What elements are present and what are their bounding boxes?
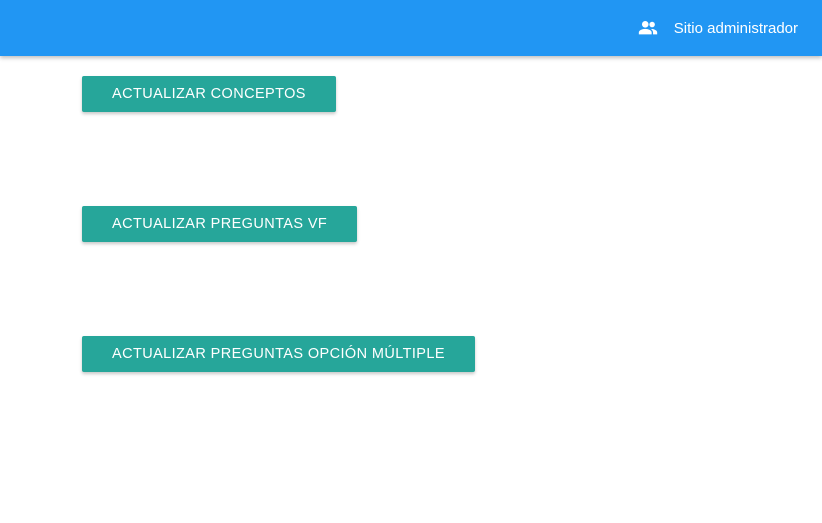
update-true-false-questions-button[interactable]: ACTUALIZAR PREGUNTAS VF: [82, 206, 358, 242]
people-icon: [637, 17, 659, 39]
update-multiple-choice-questions-button[interactable]: ACTUALIZAR PREGUNTAS OPCIÓN MÚLTIPLE: [82, 336, 475, 372]
update-concepts-button[interactable]: ACTUALIZAR CONCEPTOS: [82, 76, 336, 112]
admin-site-link[interactable]: Sitio administrador: [637, 17, 798, 39]
main-content: ACTUALIZAR CONCEPTOS ACTUALIZAR PREGUNTA…: [0, 56, 822, 523]
admin-site-label: Sitio administrador: [673, 19, 798, 37]
app-bar: Sitio administrador: [0, 0, 822, 56]
